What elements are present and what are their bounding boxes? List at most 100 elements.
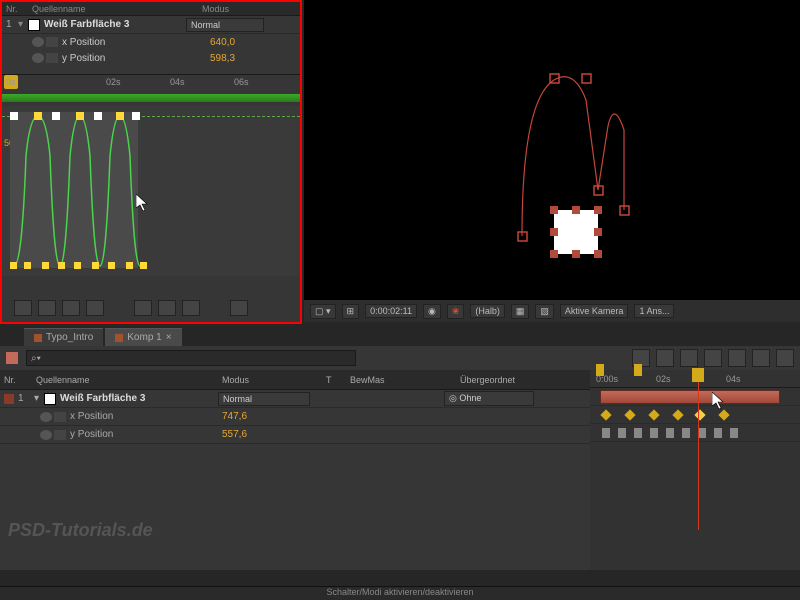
chevron-down-icon[interactable]: ▾ [18, 19, 28, 30]
prop-label: y Position [70, 429, 222, 440]
blend-mode-select[interactable]: Normal [186, 18, 264, 32]
graph-icon[interactable] [54, 412, 66, 422]
stopwatch-icon[interactable] [32, 53, 44, 63]
layer-name[interactable]: Weiß Farbfläche 3 [44, 19, 186, 30]
transform-handle[interactable] [594, 228, 602, 236]
y-position-row[interactable]: y Position 557,6 [0, 426, 590, 444]
ease-in-icon[interactable] [158, 300, 176, 316]
mask-icon[interactable]: ▧ [535, 304, 554, 319]
eye-icon[interactable] [14, 300, 32, 316]
layer-color-swatch[interactable] [28, 19, 40, 31]
magnification-select[interactable]: ▢ ▾ [310, 304, 336, 319]
transform-handle[interactable] [594, 250, 602, 258]
keyframe[interactable] [600, 409, 611, 420]
hdr-name: Quellenname [36, 375, 222, 385]
snap-icon[interactable] [62, 300, 80, 316]
ease-out-icon[interactable] [182, 300, 200, 316]
x-position-row[interactable]: x Position 640,0 [2, 34, 300, 50]
tick-label: 0s [6, 77, 16, 87]
hold-keyframe[interactable] [618, 428, 626, 438]
value-graph [2, 106, 302, 276]
graph-icon[interactable] [54, 430, 66, 440]
camera-select[interactable]: Aktive Kamera [560, 304, 629, 318]
hold-keyframe[interactable] [730, 428, 738, 438]
snapshot-icon[interactable]: ◉ [423, 304, 441, 319]
magnet-icon[interactable] [86, 300, 104, 316]
layer-name[interactable]: Weiß Farbfläche 3 [60, 393, 218, 404]
close-icon[interactable]: × [166, 332, 172, 343]
graph-editor-icon[interactable] [776, 349, 794, 367]
header-mode: Modus [202, 4, 229, 14]
quality-select[interactable]: (Halb) [470, 304, 505, 318]
keyframe-selected[interactable] [694, 409, 705, 420]
prop-value[interactable]: 557,6 [222, 429, 247, 440]
timeline-layer-row[interactable]: 1 ▾ Weiß Farbfläche 3 Normal ◎ Ohne [0, 390, 590, 408]
hold-keyframe[interactable] [634, 428, 642, 438]
parent-select[interactable]: ◎ Ohne [444, 391, 534, 406]
tick-label: 04s [170, 77, 185, 87]
header-nr: Nr. [6, 4, 32, 14]
blend-mode-select[interactable]: Normal [218, 392, 310, 406]
timecode[interactable]: 0:00:02:11 [365, 304, 417, 318]
transform-handle[interactable] [572, 206, 580, 214]
transform-handle[interactable] [550, 228, 558, 236]
time-ruler[interactable]: 0s 02s 04s 06s [2, 74, 300, 92]
options-icon[interactable] [230, 300, 248, 316]
solid-layer[interactable] [554, 210, 598, 254]
brainstorm-icon[interactable] [728, 349, 746, 367]
x-position-row[interactable]: x Position 747,6 [0, 408, 590, 426]
tab-komp-1[interactable]: Komp 1 × [105, 328, 181, 346]
keyframe[interactable] [672, 409, 683, 420]
fit-icon[interactable] [134, 300, 152, 316]
transform-handle[interactable] [550, 250, 558, 258]
hold-keyframe[interactable] [602, 428, 610, 438]
stopwatch-icon[interactable] [32, 37, 44, 47]
keyframe[interactable] [648, 409, 659, 420]
hdr-nr: Nr. [0, 375, 36, 385]
layer-color-swatch[interactable] [44, 393, 56, 405]
hold-keyframe[interactable] [666, 428, 674, 438]
timeline-tracks[interactable]: 0:00s 02s 04s [590, 370, 800, 570]
color-mgmt-icon[interactable]: ❀ [447, 304, 465, 319]
draft3d-icon[interactable] [656, 349, 674, 367]
work-area-end[interactable] [634, 364, 642, 376]
graph-icon[interactable] [46, 53, 58, 63]
search-input[interactable]: ⌕▾ [26, 350, 356, 366]
y-position-row[interactable]: y Position 598,3 [2, 50, 300, 66]
transform-handle[interactable] [550, 206, 558, 214]
layer-bar-row[interactable] [590, 388, 800, 406]
grid-icon[interactable]: ▦ [511, 304, 530, 319]
graph-editor-panel: Nr. Quellenname Modus 1 ▾ Weiß Farbfläch… [0, 0, 302, 324]
frame-blend-icon[interactable] [680, 349, 698, 367]
hold-keyframe[interactable] [714, 428, 722, 438]
prop-x-value[interactable]: 640,0 [210, 37, 235, 48]
chevron-down-icon[interactable]: ▾ [34, 393, 44, 404]
keyframe[interactable] [718, 409, 729, 420]
graph-icon[interactable] [46, 37, 58, 47]
resolution-icon[interactable]: ⊞ [342, 304, 360, 319]
search-icon: ⌕▾ [31, 353, 41, 364]
transform-handle[interactable] [572, 250, 580, 258]
motion-blur-icon[interactable] [704, 349, 722, 367]
stopwatch-icon[interactable] [40, 430, 52, 440]
stopwatch-icon[interactable] [40, 412, 52, 422]
keyframe-row[interactable] [590, 406, 800, 424]
keyframe[interactable] [624, 409, 635, 420]
prop-y-value[interactable]: 598,3 [210, 53, 235, 64]
graph-type-icon[interactable] [38, 300, 56, 316]
composition-viewer[interactable] [304, 0, 800, 300]
views-select[interactable]: 1 Ans... [634, 304, 674, 318]
tab-typo-intro[interactable]: Typo_Intro [24, 328, 103, 346]
layer-duration-bar[interactable] [600, 390, 780, 404]
keyframe-row[interactable] [590, 424, 800, 442]
playhead[interactable] [692, 368, 704, 382]
prop-value[interactable]: 747,6 [222, 411, 247, 422]
transform-handle[interactable] [594, 206, 602, 214]
hold-keyframe[interactable] [698, 428, 706, 438]
autokey-icon[interactable] [752, 349, 770, 367]
hold-keyframe[interactable] [682, 428, 690, 438]
layer-number: 1 [6, 19, 18, 30]
graph-editor[interactable]: 500 P [2, 106, 300, 276]
hold-keyframe[interactable] [650, 428, 658, 438]
top-layer-row[interactable]: 1 ▾ Weiß Farbfläche 3 Normal [2, 16, 300, 34]
